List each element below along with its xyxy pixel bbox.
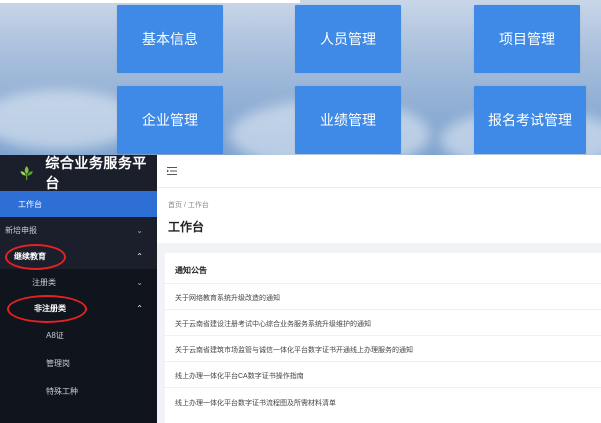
divider [165,335,601,336]
tile-label: 企业管理 [142,112,198,128]
notice-card: 通知公告 关于网络教育系统升级改造的通知 关于云南省建设注册考试中心综合业务服务… [165,253,601,423]
sidebar-item-label: 管理岗 [46,358,70,368]
tile-label: 项目管理 [499,31,555,47]
sidebar-item-label: A8证 [46,330,64,340]
divider [165,283,601,284]
sidebar-item-label: 特殊工种 [46,386,78,396]
tile-label: 业绩管理 [320,112,376,128]
sidebar-item-label: 新培申报 [5,225,37,235]
banner-top-strip [0,0,300,3]
sidebar-item-management[interactable]: 管理岗 [0,349,157,377]
tile-exam-registration[interactable]: 报名考试管理 [474,86,586,154]
tile-label: 报名考试管理 [488,112,572,128]
menu-fold-icon[interactable] [167,167,177,175]
notice-link[interactable]: 线上办理一体化平台CA数字证书操作指南 [175,371,595,381]
card-title: 通知公告 [175,266,207,275]
main-toolbar [157,155,601,188]
main-panel: 首页 / 工作台 工作台 通知公告 关于网络教育系统升级改造的通知 关于云南省建… [157,155,601,423]
tile-enterprise[interactable]: 企业管理 [117,86,223,154]
breadcrumb[interactable]: 首页 / 工作台 [168,200,209,210]
notice-link[interactable]: 关于云南省建筑市场监管与诚信一体化平台数字证书开通线上办理服务的通知 [175,345,595,355]
sidebar-item-special-trades[interactable]: 特殊工种 [0,377,157,405]
chevron-up-icon: ⌃ [136,251,143,261]
sidebar-header: 综合业务服务平台 [0,155,157,191]
tile-basic-info[interactable]: 基本信息 [117,5,223,73]
tile-label: 人员管理 [320,31,376,47]
sidebar-bottom [0,405,157,423]
chevron-up-icon: ⌃ [136,303,143,313]
sidebar-item-label: 工作台 [18,199,42,209]
sidebar-item-a8-cert[interactable]: A8证 [0,321,157,349]
notice-link[interactable]: 关于网络教育系统升级改造的通知 [175,293,595,303]
sidebar-item-workbench[interactable]: 工作台 [0,191,157,217]
divider [165,387,601,388]
highlight-oval [7,295,87,323]
page-title: 工作台 [168,220,205,234]
notice-link[interactable]: 关于云南省建设注册考试中心综合业务服务系统升级维护的通知 [175,319,595,329]
chevron-down-icon: ⌄ [136,277,143,287]
tile-project[interactable]: 项目管理 [474,5,580,73]
top-banner: 基本信息 人员管理 项目管理 企业管理 业绩管理 报名考试管理 [0,0,601,155]
divider [165,309,601,310]
sidebar-item-label: 注册类 [32,277,56,287]
chevron-down-icon: ⌄ [136,225,143,235]
highlight-oval [5,244,66,270]
sidebar: 综合业务服务平台 工作台 新培申报 ⌄ 继续教育 ⌃ 注册类 ⌄ 非注册类 ⌃ … [0,155,157,423]
sidebar-item-new-training[interactable]: 新培申报 ⌄ [0,217,157,243]
notice-link[interactable]: 线上办理一体化平台数字证书流程图及所需材料清单 [175,398,595,408]
tile-performance[interactable]: 业绩管理 [295,86,401,154]
tile-personnel[interactable]: 人员管理 [295,5,401,73]
content-area: 通知公告 关于网络教育系统升级改造的通知 关于云南省建设注册考试中心综合业务服务… [157,243,601,423]
app-title: 综合业务服务平台 [45,155,147,191]
sidebar-item-registered[interactable]: 注册类 ⌄ [0,269,157,295]
leaf-logo-icon [20,166,33,180]
tile-label: 基本信息 [142,31,198,47]
divider [165,361,601,362]
